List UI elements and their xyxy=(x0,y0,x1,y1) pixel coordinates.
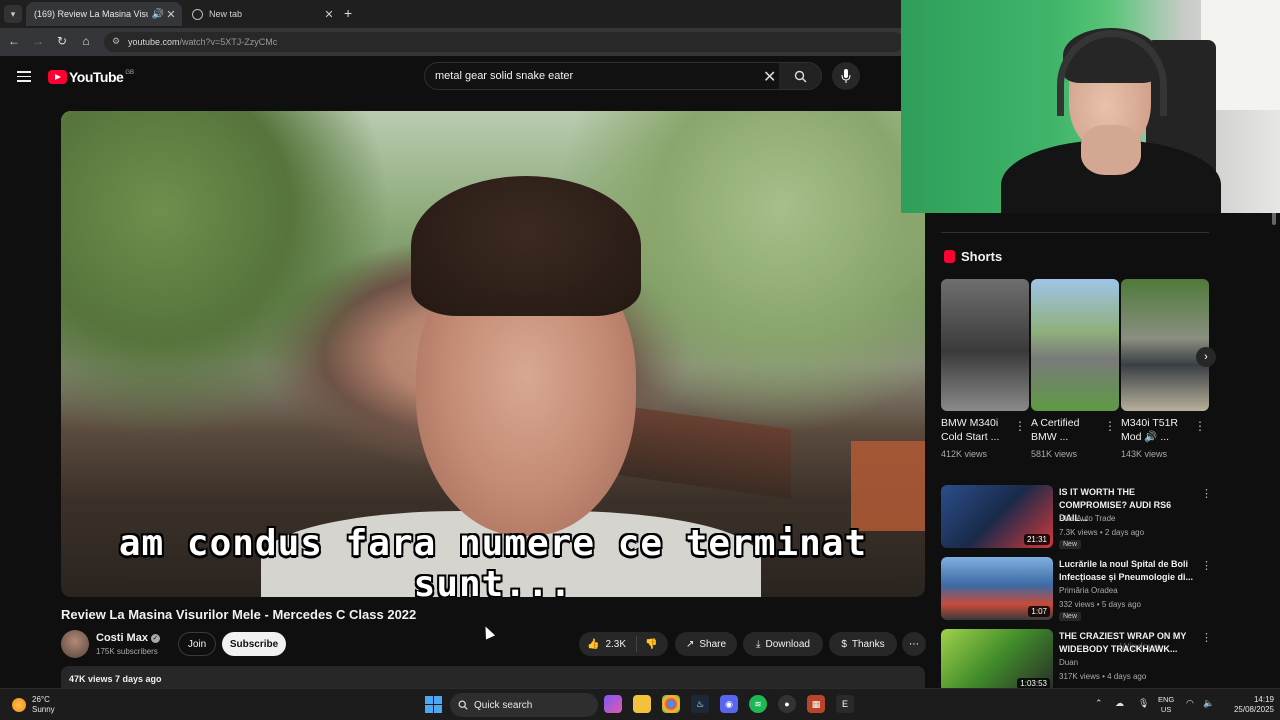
search-box[interactable]: metal gear solid snake eater ✕ xyxy=(424,62,822,90)
weather-widget[interactable]: 26°C Sunny xyxy=(12,695,55,715)
url-field[interactable]: ⚙ youtube.com/watch?v=5XTJ-ZzyCMc xyxy=(104,32,904,52)
webcam-overlay xyxy=(901,0,1280,213)
spotify-icon[interactable]: ≋ xyxy=(749,695,767,713)
new-badge: New xyxy=(1059,540,1082,549)
video-player[interactable]: am condus fara numere ce terminat sunt..… xyxy=(61,111,925,597)
share-button[interactable]: ↗ Share xyxy=(675,632,737,656)
more-icon[interactable]: ⋮ xyxy=(1201,487,1212,500)
file-explorer-icon[interactable] xyxy=(633,695,651,713)
subscriber-count: 175K subscribers xyxy=(96,647,158,656)
dislike-button[interactable]: 👎 xyxy=(637,639,657,650)
recommended-video[interactable]: 21:31 IS IT WORTH THE COMPROMISE? AUDI R… xyxy=(941,485,1212,549)
chrome-icon[interactable] xyxy=(662,695,680,713)
app-icon[interactable]: ▦ xyxy=(807,695,825,713)
shorts-icon xyxy=(944,250,955,263)
back-arrow-icon[interactable]: ← xyxy=(6,34,22,48)
short-item[interactable]: M340i T51R Mod 🔊 ... ⋮ 143K views xyxy=(1121,279,1209,459)
short-item[interactable]: A Certified BMW ... ⋮ 581K views xyxy=(1031,279,1119,459)
clear-search-icon[interactable]: ✕ xyxy=(763,67,776,87)
more-icon[interactable]: ⋮ xyxy=(1201,631,1212,644)
reload-icon[interactable]: ↻ xyxy=(54,34,70,48)
taskbar: 26°C Sunny Quick search ♨ ◉ ≋ ● ▦ E ⌃ ☁ 🎙… xyxy=(0,688,1280,720)
close-tab-icon[interactable]: ✕ xyxy=(322,8,336,21)
chevron-right-icon[interactable]: › xyxy=(1196,347,1216,367)
more-icon[interactable]: ⋮ xyxy=(1201,559,1212,572)
download-icon: ⤓ xyxy=(756,638,761,650)
site-info-icon[interactable]: ⚙ xyxy=(112,36,124,48)
chevron-up-icon[interactable]: ⌃ xyxy=(1095,698,1103,709)
video-caption: am condus fara numere ce terminat sunt..… xyxy=(118,523,868,597)
more-icon[interactable]: ⋮ xyxy=(1014,419,1026,433)
new-badge: New xyxy=(1059,612,1082,621)
video-title: Review La Masina Visurilor Mele - Merced… xyxy=(61,607,417,622)
copilot-icon[interactable] xyxy=(604,695,622,713)
tab-title: (169) Review La Masina Visu xyxy=(34,9,148,19)
subscribe-button[interactable]: Subscribe xyxy=(222,632,286,656)
verified-icon: ✓ xyxy=(150,634,160,643)
channel-avatar[interactable] xyxy=(61,630,89,658)
discord-icon[interactable]: ◉ xyxy=(720,695,738,713)
share-icon: ↗ xyxy=(685,638,695,650)
globe-icon xyxy=(192,8,203,20)
search-icon xyxy=(458,700,468,710)
obs-icon[interactable]: ● xyxy=(778,695,796,713)
video-views-date: 47K views 7 days ago xyxy=(69,674,162,684)
youtube-play-icon xyxy=(48,70,67,84)
taskbar-search[interactable]: Quick search xyxy=(450,693,598,717)
url-text: youtube.com/watch?v=5XTJ-ZzyCMc xyxy=(128,37,278,47)
system-clock[interactable]: 14:19 25/08/2025 xyxy=(1218,695,1274,715)
more-icon[interactable]: ⋮ xyxy=(1104,419,1116,433)
like-dislike-group: 👍 2.3K 👎 xyxy=(579,632,668,656)
microphone-icon[interactable]: 🎙 xyxy=(1138,698,1149,709)
search-button[interactable] xyxy=(779,63,821,89)
activate-windows-watermark: Windows. xyxy=(1120,642,1164,653)
forward-arrow-icon[interactable]: → xyxy=(30,34,46,48)
home-icon[interactable]: ⌂ xyxy=(78,34,94,48)
epic-games-icon[interactable]: E xyxy=(836,695,854,713)
youtube-logo[interactable]: YouTube GB xyxy=(48,69,134,85)
tab-title: New tab xyxy=(209,9,243,19)
more-actions-button[interactable]: ⋯ xyxy=(902,632,926,656)
recommended-video[interactable]: 1:07 Lucrările la noul Spital de Boli In… xyxy=(941,557,1212,621)
join-button[interactable]: Join xyxy=(178,632,216,656)
start-button[interactable] xyxy=(425,696,442,713)
search-input[interactable]: metal gear solid snake eater xyxy=(435,70,573,82)
more-icon: ⋯ xyxy=(909,638,919,650)
sun-icon xyxy=(12,698,26,712)
close-tab-icon[interactable]: ✕ xyxy=(164,8,178,21)
wifi-icon[interactable]: ◠ xyxy=(1186,698,1194,709)
super-thanks-icon: $ xyxy=(841,638,847,650)
like-button[interactable]: 👍 2.3K xyxy=(579,636,637,652)
tab-youtube[interactable]: (169) Review La Masina Visu 🔊 ✕ xyxy=(26,2,182,69)
recommended-video[interactable]: 1:03:53 THE CRAZIEST WRAP ON MY WIDEBODY… xyxy=(941,629,1212,693)
more-icon[interactable]: ⋮ xyxy=(1194,419,1206,433)
voice-search-button[interactable] xyxy=(832,62,860,90)
thanks-button[interactable]: $ Thanks xyxy=(829,632,897,656)
volume-icon[interactable]: 🔈 xyxy=(1203,698,1214,709)
steam-icon[interactable]: ♨ xyxy=(691,695,709,713)
new-tab-button[interactable]: + xyxy=(344,5,352,21)
search-icon xyxy=(794,70,806,82)
tab-search-button[interactable]: ▾ xyxy=(4,5,22,23)
short-thumbnail[interactable] xyxy=(1121,279,1209,411)
short-thumbnail[interactable] xyxy=(1031,279,1119,411)
menu-icon[interactable] xyxy=(17,71,31,85)
thumbs-up-icon: 👍 xyxy=(587,638,600,650)
speaker-icon[interactable]: 🔊 xyxy=(152,9,164,20)
input-language[interactable]: ENG US xyxy=(1158,695,1174,715)
channel-name[interactable]: Costi Max ✓ xyxy=(96,632,160,644)
tab-new-tab[interactable]: New tab ✕ xyxy=(184,2,340,26)
onedrive-icon[interactable]: ☁ xyxy=(1115,698,1124,709)
microphone-icon xyxy=(841,69,851,83)
download-button[interactable]: ⤓ Download xyxy=(743,632,823,656)
short-item[interactable]: BMW M340i Cold Start ... ⋮ 412K views xyxy=(941,279,1029,459)
shorts-heading: Shorts xyxy=(944,249,1002,264)
thumbs-down-icon: 👎 xyxy=(645,638,658,650)
short-thumbnail[interactable] xyxy=(941,279,1029,411)
